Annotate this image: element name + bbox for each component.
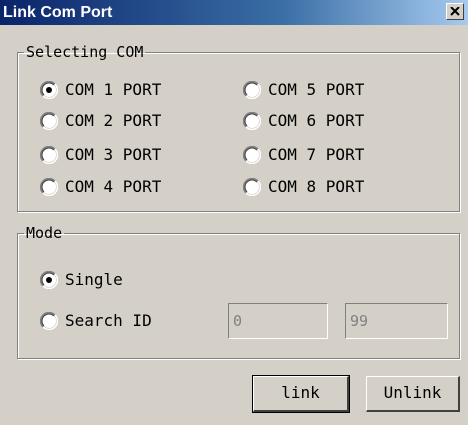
radio-search-id-label: Search ID <box>65 311 152 330</box>
search-id-to-field[interactable]: 99 <box>345 303 448 339</box>
selecting-com-legend: Selecting COM <box>26 43 144 61</box>
link-com-port-dialog: Link Com Port Selecting COM COM 1 PORT C… <box>0 0 468 425</box>
radio-com6-label: COM 6 PORT <box>268 111 365 130</box>
title-bar[interactable]: Link Com Port <box>0 0 468 25</box>
radio-com7-button[interactable] <box>243 146 261 164</box>
radio-com6-button[interactable] <box>243 112 261 130</box>
radio-com1-button[interactable] <box>40 81 58 99</box>
radio-com5-label: COM 5 PORT <box>268 80 365 99</box>
radio-selected-dot <box>46 277 52 283</box>
radio-com4-button[interactable] <box>40 178 58 196</box>
radio-com8-label: COM 8 PORT <box>268 177 365 196</box>
radio-com7-label: COM 7 PORT <box>268 145 365 164</box>
radio-com4-label: COM 4 PORT <box>65 177 162 196</box>
search-id-from-field[interactable]: 0 <box>228 303 328 339</box>
radio-com3-button[interactable] <box>40 146 58 164</box>
radio-search-id-button[interactable] <box>40 312 58 330</box>
radio-single-label: Single <box>65 270 123 289</box>
radio-com5-button[interactable] <box>243 81 261 99</box>
radio-com2-label: COM 2 PORT <box>65 111 162 130</box>
close-icon <box>450 7 460 16</box>
mode-legend: Mode <box>26 224 63 242</box>
radio-com2-button[interactable] <box>40 112 58 130</box>
radio-com1-label: COM 1 PORT <box>65 80 162 99</box>
radio-com3-label: COM 3 PORT <box>65 145 162 164</box>
radio-single-button[interactable] <box>40 271 58 289</box>
radio-com8-button[interactable] <box>243 178 261 196</box>
link-button[interactable]: link <box>252 375 350 413</box>
close-button[interactable] <box>446 3 464 20</box>
unlink-button[interactable]: Unlink <box>366 376 460 412</box>
window-title: Link Com Port <box>3 4 113 21</box>
radio-selected-dot <box>46 87 52 93</box>
